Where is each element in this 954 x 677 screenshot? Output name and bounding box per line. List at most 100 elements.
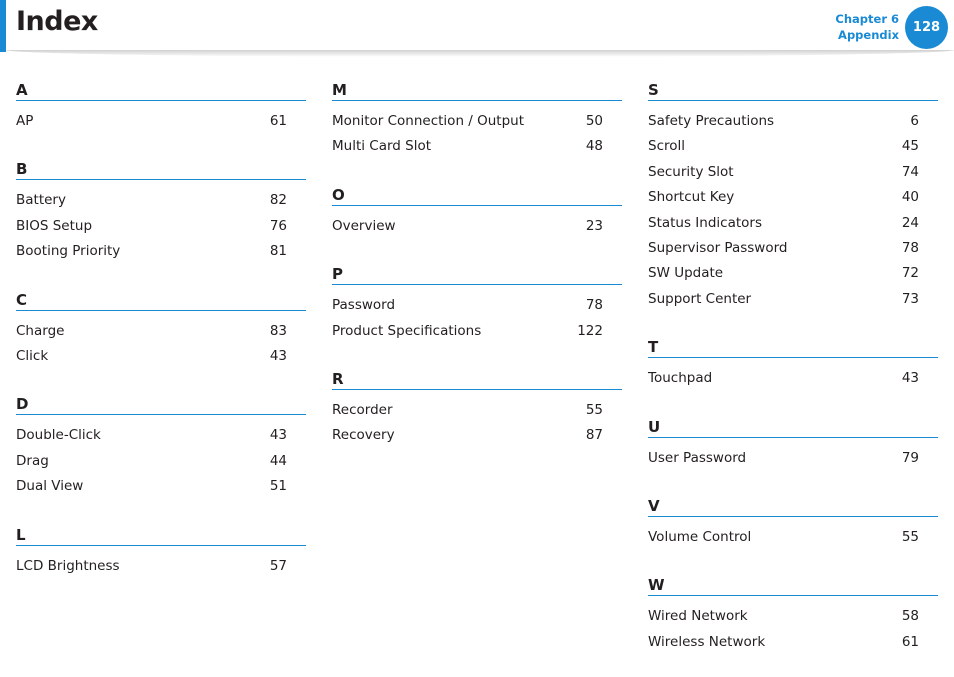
index-column-2: M Monitor Connection / Output 50 Multi Card… [332,79,622,473]
index-entry-list: Monitor Connection / Output 50 Multi Card … [332,101,622,160]
index-page-link[interactable]: 24 [879,211,938,236]
index-term: Safety Precautions [648,113,775,129]
index-term: Product Specifications [332,322,482,339]
section-letter-heading: P [332,263,622,286]
index-section-r: R Recorder 55 Recovery 87 [332,368,622,449]
index-page-link[interactable]: 44 [247,449,306,474]
index-term: Dual View [16,478,84,495]
index-column-3: S Safety Precautions 6 Scroll 45 Security Slo… [648,79,938,677]
index-term: LCD Brightness [16,557,120,574]
index-entry[interactable]: Overview 23 [332,214,622,239]
index-page-link[interactable]: 43 [247,423,306,448]
index-page-link[interactable]: 72 [879,261,938,286]
index-entry[interactable]: AP 61 [16,109,306,134]
index-entry[interactable]: Booting Priority 81 [16,239,306,264]
index-entry[interactable]: Safety Precautions 6 [648,109,938,134]
page-number-badge: 128 [905,6,948,49]
index-entry[interactable]: Multi Card Slot 48 [332,134,622,159]
index-section-w: W Wired Network 58 Wireless Network 61 [648,574,938,655]
index-entry-list: User Password 79 [648,438,938,471]
index-page-link[interactable]: 74 [879,160,938,185]
chapter-label: Chapter 6 Appendix [835,11,899,43]
index-page-link[interactable]: 78 [879,236,938,261]
index-entry[interactable]: Drag 44 [16,449,306,474]
index-section-l: L LCD Brightness 57 [16,524,306,579]
index-page-link[interactable]: 55 [879,525,938,550]
chapter-number: Chapter 6 [835,12,899,26]
index-entry[interactable]: Scroll 45 [648,134,938,159]
index-entry[interactable]: Wired Network 58 [648,604,938,629]
index-section-m: M Monitor Connection / Output 50 Multi Card… [332,79,622,160]
index-page-link[interactable]: 76 [247,214,306,239]
index-entry[interactable]: Product Specifications 122 [332,319,622,344]
index-entry[interactable]: BIOS Setup 76 [16,214,306,239]
index-entry[interactable]: User Password 79 [648,446,938,471]
index-page-link[interactable]: 81 [247,239,306,264]
index-section-p: P Password 78 Product Specifications 122 [332,263,622,344]
index-term: Support Center [648,290,752,307]
section-letter-heading: T [648,336,938,359]
index-page-link[interactable]: 122 [563,319,622,344]
index-entry[interactable]: Dual View 51 [16,474,306,499]
index-page-link[interactable]: 55 [563,398,622,423]
index-page-link[interactable]: 50 [563,109,622,134]
index-entry-list: Overview 23 [332,206,622,239]
index-term: Booting Priority [16,243,121,260]
section-letter-heading: L [16,524,306,546]
index-entry-list: Charge 83 Click 43 [16,311,306,370]
index-page-link[interactable]: 73 [879,287,938,312]
index-page-link[interactable]: 6 [879,109,938,134]
index-entry[interactable]: Wireless Network 61 [648,630,938,655]
index-entry-list: Safety Precautions 6 Scroll 45 Security Slot… [648,101,938,312]
index-entry[interactable]: Recovery 87 [332,423,622,448]
index-entry[interactable]: Security Slot 74 [648,160,938,185]
index-entry[interactable]: Click 43 [16,344,306,369]
section-letter-heading: W [648,574,938,597]
index-entry[interactable]: SW Update 72 [648,261,938,286]
index-page-link[interactable]: 83 [247,319,306,344]
index-term: Status Indicators [648,214,762,231]
index-entry[interactable]: Charge 83 [16,319,306,344]
index-page-link[interactable]: 40 [879,185,938,210]
index-page-link[interactable]: 51 [247,474,306,499]
index-entry[interactable]: Battery 82 [16,188,306,213]
index-entry-list: Volume Control 55 [648,517,938,550]
index-entry-list: Battery 82 BIOS Setup 76 Booting Priority 81 [16,180,306,264]
index-page-link[interactable]: 79 [879,446,938,471]
index-page-link[interactable]: 82 [247,188,306,213]
section-letter-heading: S [648,79,938,101]
index-entry[interactable]: Touchpad 43 [648,366,938,391]
section-letter-heading: V [648,495,938,517]
index-page-link[interactable]: 43 [247,344,306,369]
index-section-b: B Battery 82 BIOS Setup 76 Booting Priority 81 [16,158,306,264]
index-page-link[interactable]: 43 [879,366,938,391]
index-entry[interactable]: LCD Brightness 57 [16,554,306,579]
index-entry-list: AP 61 [16,101,306,134]
index-page-link[interactable]: 87 [563,423,622,448]
index-entry[interactable]: Status Indicators 24 [648,211,938,236]
index-entry[interactable]: Monitor Connection / Output 50 [332,109,622,134]
index-entry[interactable]: Volume Control 55 [648,525,938,550]
index-term: Click [16,347,49,364]
index-section-d: D Double-Click 43 Drag 44 Dual View 51 [16,393,306,499]
index-entry[interactable]: Shortcut Key 40 [648,185,938,210]
index-page-link[interactable]: 58 [879,604,938,629]
index-term: Supervisor Password [648,239,788,256]
index-entry[interactable]: Support Center 73 [648,287,938,312]
index-entry[interactable]: Recorder 55 [332,398,622,423]
index-page-link[interactable]: 45 [879,134,938,159]
page-header: Index Chapter 6 Appendix 128 [0,0,954,57]
section-letter-heading: D [16,393,306,416]
index-page-link[interactable]: 48 [563,134,622,159]
index-page-link[interactable]: 61 [247,109,306,134]
index-entry-list: Recorder 55 Recovery 87 [332,390,622,449]
index-page-link[interactable]: 78 [563,293,622,318]
index-entry[interactable]: Double-Click 43 [16,423,306,448]
index-entry[interactable]: Supervisor Password 78 [648,236,938,261]
index-page-link[interactable]: 23 [563,214,622,239]
index-term: Wired Network [648,608,748,625]
index-entry[interactable]: Password 78 [332,293,622,318]
index-page-link[interactable]: 61 [879,630,938,655]
index-column-1: A AP 61 B Battery 82 BIOS Setup 76 Booting Prior… [16,79,306,603]
index-page-link[interactable]: 57 [247,554,306,579]
